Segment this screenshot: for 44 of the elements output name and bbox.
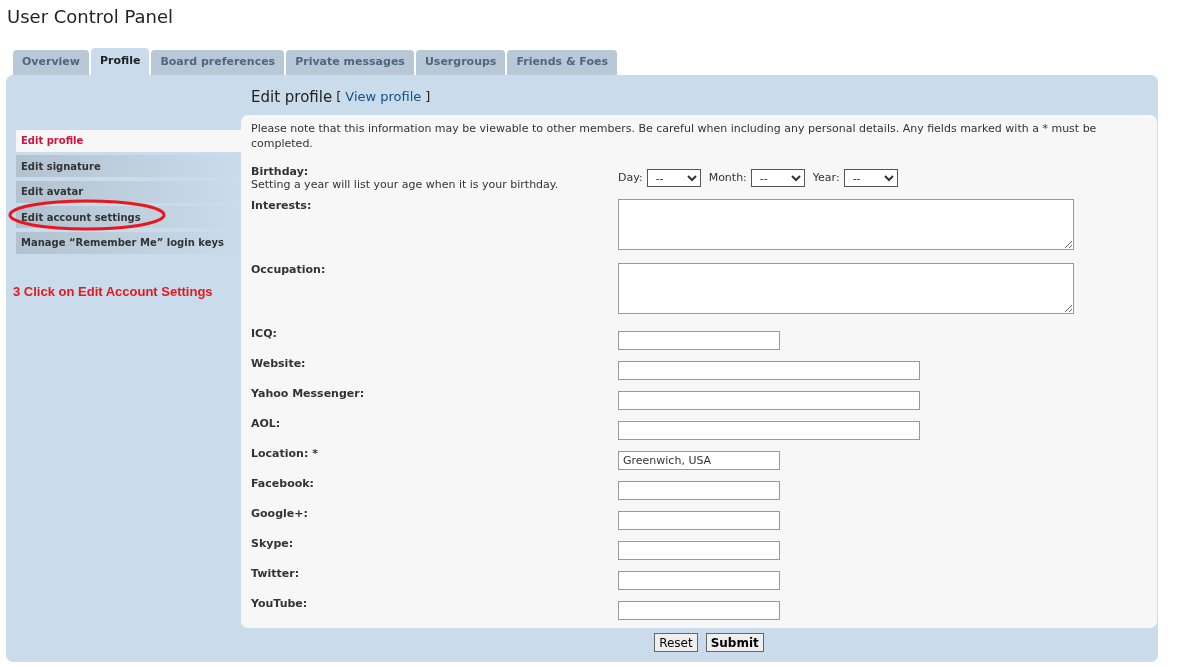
field-label: ICQ: [251,327,278,340]
input-field[interactable] [618,331,780,350]
input-field[interactable]: Greenwich, USA [618,451,780,470]
field-label: Location: * [251,447,319,460]
select-label: Day: [618,169,643,186]
field-label: Interests: [251,199,313,212]
text-area[interactable] [618,263,1074,314]
section-heading: Edit profile [251,87,333,107]
input-field[interactable] [618,571,780,590]
tab[interactable]: Private messages [286,50,414,75]
text-area[interactable] [618,199,1074,250]
field-label: Google+: [251,507,309,520]
notice-text: Please note that this information may be viewable to other members. Be careful when including any personal details. Any fields marked with a * must be completed. [251,121,1098,151]
input-field[interactable] [618,541,780,560]
field-label: Facebook: [251,477,315,490]
input-field[interactable] [618,481,780,500]
field-label: Website: [251,357,307,370]
field-label: Twitter: [251,567,301,580]
field-label: YouTube: [251,597,309,610]
tab[interactable]: Profile [91,48,150,75]
input-field[interactable] [618,361,920,380]
dropdown[interactable]: -- [750,169,805,187]
submit-button[interactable]: Submit [705,633,764,652]
annotation-text: 3 Click on Edit Account Settings [13,282,214,301]
input-field[interactable] [618,421,920,440]
field-label: AOL: [251,417,282,430]
dropdown[interactable]: -- [843,169,898,187]
field-label: Occupation: [251,263,327,276]
select-label: Month: [708,169,747,186]
bracket: [ [336,88,342,106]
input-field[interactable] [618,391,920,410]
dropdown[interactable]: -- [646,169,701,187]
reset-button[interactable]: Reset [654,633,698,652]
input-field[interactable] [618,511,780,530]
bracket: ] [425,88,431,106]
field-label: Skype: [251,537,295,550]
sidebar-item[interactable]: Edit profile [16,129,241,152]
select-label: Year: [812,169,840,186]
page-title: User Control Panel [7,6,175,28]
field-label: Yahoo Messenger: [251,387,366,400]
view-profile-link[interactable]: View profile [345,87,422,107]
input-field[interactable] [618,601,780,620]
field-label: Birthday: [251,165,310,178]
field-hint: Setting a year will list your age when it is your birthday. [251,178,560,191]
